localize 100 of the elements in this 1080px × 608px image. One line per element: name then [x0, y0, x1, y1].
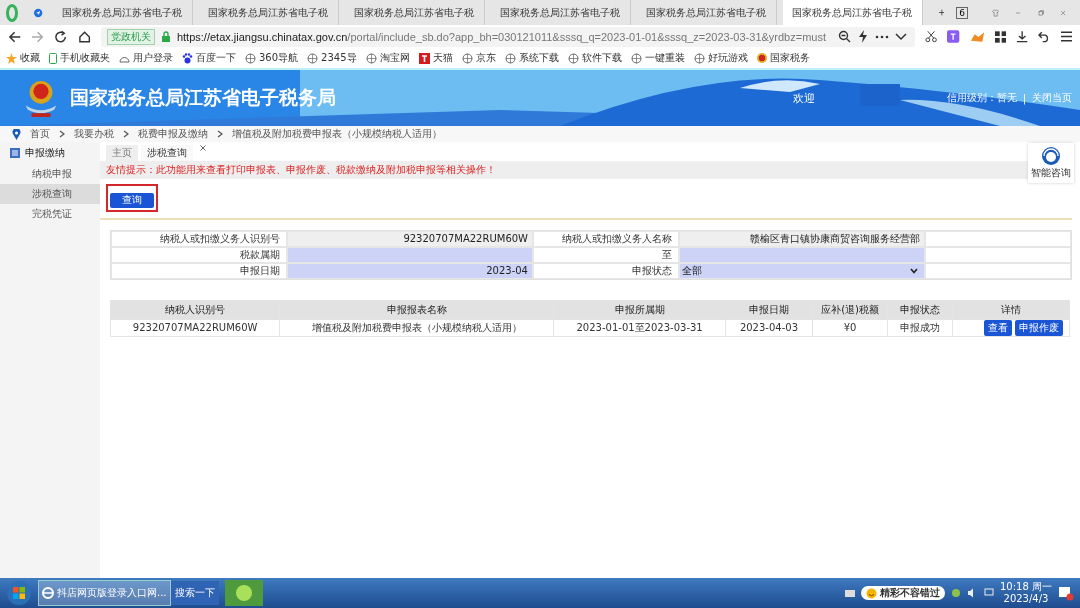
browser-icon	[42, 587, 54, 599]
taskbar-window-button[interactable]: 抖店网页版登录入口网...	[38, 580, 171, 606]
undo-icon[interactable]	[1038, 30, 1051, 43]
paw-icon	[182, 52, 193, 64]
zoom-icon[interactable]	[838, 30, 851, 43]
globe-icon	[245, 52, 256, 64]
taxpayer-id-field: 92320707MA22RUM60W	[287, 230, 533, 247]
bookmark-label[interactable]: 天猫	[432, 51, 453, 65]
clock-time: 10:18 周一	[1000, 581, 1052, 593]
page-tab[interactable]: 主页	[106, 145, 138, 161]
table-cell: 申报成功	[887, 319, 953, 336]
welcome-text: 欢迎	[792, 90, 815, 106]
table-cell: 增值税及附加税费申报表（小规模纳税人适用）	[279, 319, 554, 336]
bookmark-label[interactable]: 淘宝网	[379, 51, 410, 65]
sidebar-heading: 申报缴纳	[25, 146, 65, 160]
reload-icon[interactable]	[54, 29, 68, 44]
separator-text: |	[1022, 92, 1026, 104]
bookmark-label[interactable]: 2345导	[321, 51, 357, 65]
table-cell: 2023-04-03	[725, 319, 813, 336]
breadcrumb-link[interactable]: 我要办税	[74, 127, 114, 141]
sidebar-item[interactable]: 完税凭证	[0, 204, 100, 224]
browser-taskbar-icon[interactable]	[224, 580, 263, 606]
table-cell: 2023-01-01至2023-03-31	[554, 319, 726, 336]
tab-count[interactable]: 6	[956, 6, 968, 19]
home-icon[interactable]	[77, 29, 91, 44]
breadcrumb-link[interactable]: 增值税及附加税费申报表（小规模纳税人适用）	[232, 127, 442, 141]
breadcrumb-link[interactable]: 首页	[30, 127, 50, 141]
new-tab-icon[interactable]	[938, 7, 945, 18]
network-icon	[984, 588, 994, 598]
apps-icon[interactable]	[994, 30, 1007, 43]
breadcrumb-link[interactable]: 税费申报及缴纳	[138, 127, 208, 141]
browser-tab[interactable]: 国家税务总局江苏省电子税	[344, 0, 485, 25]
table-cell: ¥0	[812, 319, 888, 336]
back-icon[interactable]	[8, 29, 22, 44]
field-label: 税款属期	[111, 246, 287, 263]
keyboard-icon	[845, 589, 855, 597]
address-field[interactable]: 党政机关 https://etax.jiangsu.chinatax.gov.cn/portal/include_sb.do?app_bh=030121011&sssq_q=2023-01-01&sssq_z=2023-03-31&yrdbz=must	[100, 26, 915, 47]
bookmark-label[interactable]: 用户登录	[133, 51, 173, 65]
browser-tab[interactable]: 国家税务总局江苏省电子税	[52, 0, 193, 25]
globe-icon	[365, 52, 377, 64]
globe-icon	[630, 52, 642, 64]
globe-icon	[567, 52, 579, 64]
field-label: 至	[533, 246, 679, 263]
field-label: 纳税人或扣缴义务人识别号	[111, 230, 287, 247]
help-button[interactable]: 智能咨询	[1028, 143, 1074, 183]
column-header: 申报报表名称	[279, 300, 554, 319]
globe-icon	[307, 52, 319, 64]
taxpayer-name-field: 赣榆区青口镇协康商贸咨询服务经营部	[679, 230, 925, 247]
site-title: 国家税务总局江苏省电子税务局	[70, 85, 336, 110]
column-header: 申报所属期	[554, 300, 726, 319]
browser-tab[interactable]: 国家税务总局江苏省电子税	[198, 0, 339, 25]
caret-icon	[910, 267, 918, 274]
column-header: 详情	[952, 300, 1070, 319]
bookmark-label[interactable]: 国家税务	[769, 51, 810, 65]
notification-icon[interactable]	[1058, 585, 1074, 601]
emblem-icon	[756, 53, 767, 63]
chevron-down-icon[interactable]	[895, 32, 907, 41]
lock-icon	[160, 31, 171, 42]
globe-icon	[504, 52, 516, 64]
tmall-icon	[418, 52, 430, 64]
page-tab[interactable]: 涉税查询	[141, 145, 193, 161]
lightning-icon[interactable]	[857, 30, 869, 43]
scissors-icon[interactable]	[925, 30, 938, 43]
chevron-right-icon	[123, 130, 129, 138]
table-cell: 92320707MA22RUM60W	[110, 319, 280, 336]
column-header: 申报日期	[725, 300, 813, 319]
bookmark-label[interactable]: 京东	[475, 51, 496, 65]
menu-icon[interactable]	[1060, 31, 1072, 42]
bookmark-label[interactable]: 软件下载	[581, 51, 622, 65]
list-icon	[10, 148, 20, 158]
tray-banner[interactable]: 精彩不容错过	[861, 586, 945, 600]
bookmark-label[interactable]: 手机收藏夹	[60, 51, 110, 65]
query-button[interactable]: 查询	[110, 192, 154, 208]
bookmark-label[interactable]: 一键重装	[644, 51, 685, 65]
sidebar-item[interactable]: 涉税查询	[0, 184, 100, 204]
sidebar-item[interactable]: 纳税申报	[0, 164, 100, 184]
smiley-icon	[866, 587, 877, 599]
field-label: 申报日期	[111, 262, 287, 279]
column-header: 应补(退)税额	[812, 300, 888, 319]
start-button-icon[interactable]	[6, 580, 32, 606]
browser-tab[interactable]: 国家税务总局江苏省电子税	[782, 0, 923, 25]
star-icon	[6, 52, 17, 64]
tray-icon	[951, 588, 961, 598]
download-icon[interactable]	[1016, 30, 1029, 43]
browser-tab[interactable]: 国家税务总局江苏省电子税	[490, 0, 631, 25]
close-icon[interactable]	[200, 145, 206, 151]
bookmark-label[interactable]: 360导航	[259, 51, 299, 65]
bookmark-label[interactable]: 收藏	[20, 51, 40, 65]
more-icon[interactable]	[875, 34, 889, 39]
translate-icon[interactable]	[947, 30, 960, 43]
globe-icon	[461, 52, 473, 64]
taskbar-search-button[interactable]: 搜索一下	[170, 581, 219, 605]
bookmark-label[interactable]: 系统下载	[518, 51, 559, 65]
globe-icon	[693, 52, 705, 64]
column-header: 纳税人识别号	[110, 300, 280, 319]
bookmark-label[interactable]: 好玩游戏	[707, 51, 748, 65]
chevron-right-icon	[59, 130, 65, 138]
clock-date: 2023/4/3	[1003, 593, 1049, 605]
bookmark-label[interactable]: 百度一下	[196, 51, 236, 65]
field-label: 纳税人或扣缴义务人名称	[533, 230, 679, 247]
